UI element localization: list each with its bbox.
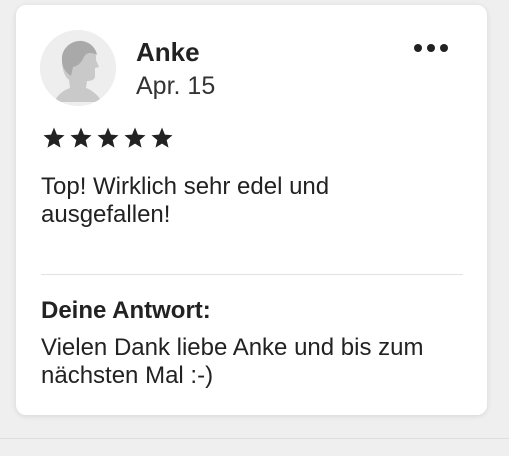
star-icon: [151, 127, 173, 148]
star-rating: [42, 126, 174, 150]
more-horizontal-icon-dot: [440, 44, 448, 52]
review-text: Top! Wirklich sehr edel und ausgefallen!: [41, 173, 330, 228]
star-icon: [43, 127, 65, 148]
reply-text: Vielen Dank liebe Anke und bis zum nächs…: [41, 334, 424, 389]
more-options-button[interactable]: [408, 33, 454, 63]
review-date: Apr. 15: [136, 72, 216, 100]
author-avatar-icon: [40, 30, 116, 106]
star-icon: [70, 127, 92, 148]
reply-heading: Deine Antwort:: [41, 297, 211, 324]
divider: [41, 274, 463, 275]
author-name: Anke: [136, 37, 200, 67]
more-horizontal-icon-dot: [427, 44, 435, 52]
star-icon: [97, 127, 119, 148]
more-horizontal-icon-dot: [414, 44, 422, 52]
review-card: Anke Apr. 15 Top! Wirklich sehr edel und…: [16, 5, 487, 415]
star-icon: [124, 127, 146, 148]
page-bottom-divider: [0, 438, 509, 439]
